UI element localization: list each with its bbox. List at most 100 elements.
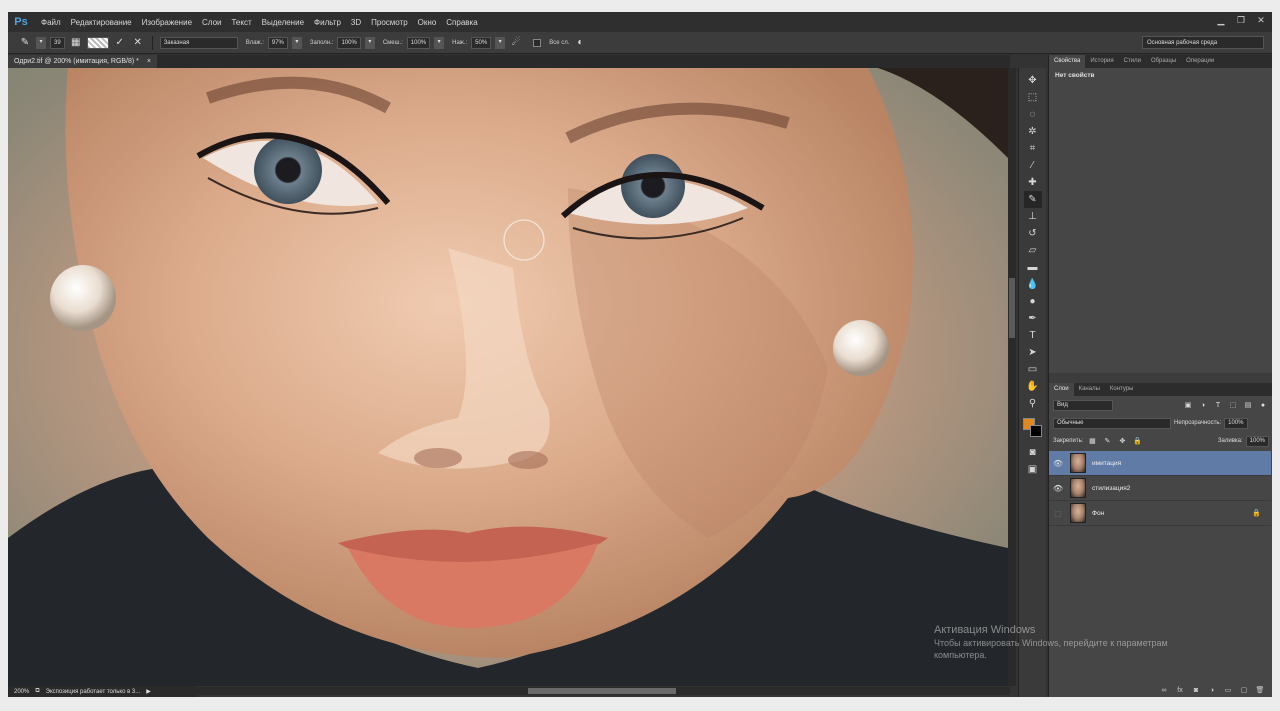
zoom-level[interactable]: 200% xyxy=(14,689,29,695)
flow-dropdown[interactable]: ▾ xyxy=(495,36,506,49)
load-dropdown[interactable]: ▾ xyxy=(364,36,375,49)
tab-layers[interactable]: Слои xyxy=(1049,383,1074,396)
menu-view[interactable]: Просмотр xyxy=(366,18,413,27)
menu-window[interactable]: Окно xyxy=(413,18,442,27)
filter-pixel-icon[interactable]: ▣ xyxy=(1182,400,1194,411)
load-brush-icon[interactable]: ✓ xyxy=(113,36,127,50)
filter-toggle-icon[interactable]: ● xyxy=(1257,400,1269,411)
filter-type-icon[interactable]: T xyxy=(1212,400,1224,411)
mixer-brush-tool-icon[interactable]: ✎ xyxy=(1023,191,1042,208)
pen-tool-icon[interactable]: ✒ xyxy=(1024,310,1042,327)
mixer-brush-tool-icon[interactable]: ✎ xyxy=(18,36,32,50)
status-icon[interactable]: ⧉ xyxy=(35,688,39,695)
fill-input[interactable]: 100% xyxy=(1245,435,1269,447)
type-tool-icon[interactable]: T xyxy=(1024,327,1042,344)
filter-shape-icon[interactable]: ⬚ xyxy=(1227,400,1239,411)
hand-tool-icon[interactable]: ✋ xyxy=(1024,378,1042,395)
link-layers-icon[interactable]: ∞ xyxy=(1159,686,1169,696)
new-layer-icon[interactable]: ▢ xyxy=(1239,686,1249,696)
path-selection-tool-icon[interactable]: ➤ xyxy=(1024,344,1042,361)
current-brush-load-swatch[interactable] xyxy=(86,36,109,49)
tab-styles[interactable]: Стили xyxy=(1119,55,1146,68)
tab-channels[interactable]: Каналы xyxy=(1074,383,1105,396)
pressure-icon[interactable]: ◐ xyxy=(573,36,587,50)
menu-image[interactable]: Изображение xyxy=(137,18,197,27)
blur-tool-icon[interactable]: 💧 xyxy=(1024,276,1042,293)
menu-file[interactable]: Файл xyxy=(36,18,66,27)
crop-tool-icon[interactable]: ⌗ xyxy=(1024,140,1042,157)
gradient-tool-icon[interactable]: ▬ xyxy=(1024,259,1042,276)
lock-position-icon[interactable]: ✥ xyxy=(1116,436,1128,447)
close-tab-icon[interactable]: × xyxy=(147,55,151,68)
clean-brush-icon[interactable]: ✕ xyxy=(131,36,145,50)
brush-panel-icon[interactable]: ▦ xyxy=(69,36,83,50)
tab-paths[interactable]: Контуры xyxy=(1105,383,1139,396)
airbrush-icon[interactable]: ☄ xyxy=(509,36,523,50)
screen-mode-icon[interactable]: ▣ xyxy=(1024,461,1042,478)
healing-brush-tool-icon[interactable]: ✚ xyxy=(1024,174,1042,191)
visibility-eye-icon[interactable]: 👁 xyxy=(1049,484,1067,493)
opacity-input[interactable]: 100% xyxy=(1224,417,1248,429)
marquee-tool-icon[interactable]: ⬚ xyxy=(1024,89,1042,106)
visibility-eye-icon[interactable]: ▢ xyxy=(1049,509,1067,518)
lock-pixels-icon[interactable]: ✎ xyxy=(1101,436,1113,447)
canvas-vertical-scrollbar[interactable] xyxy=(1008,68,1016,686)
lasso-tool-icon[interactable]: ◌ xyxy=(1024,106,1042,123)
blend-mode-select[interactable]: Обычные xyxy=(1053,417,1171,429)
tab-actions[interactable]: Операции xyxy=(1181,55,1219,68)
delete-layer-icon[interactable]: 🗑 xyxy=(1255,686,1265,696)
vertical-scroll-thumb[interactable] xyxy=(1009,278,1015,338)
lock-all-icon[interactable]: 🔒 xyxy=(1131,436,1143,447)
menu-3d[interactable]: 3D xyxy=(346,18,366,27)
move-tool-icon[interactable]: ✥ xyxy=(1024,72,1042,89)
horizontal-scroll-thumb[interactable] xyxy=(528,688,676,694)
wet-dropdown[interactable]: ▾ xyxy=(291,36,302,49)
canvas-horizontal-scrollbar[interactable] xyxy=(198,687,1010,695)
workspace-select[interactable]: Основная рабочая среда xyxy=(1142,36,1264,49)
new-group-icon[interactable]: ▭ xyxy=(1223,686,1233,696)
color-swatches[interactable] xyxy=(1022,418,1043,438)
clone-stamp-tool-icon[interactable]: ⊥ xyxy=(1024,208,1042,225)
eraser-tool-icon[interactable]: ▱ xyxy=(1024,242,1042,259)
document-canvas[interactable] xyxy=(8,68,1008,686)
menu-edit[interactable]: Редактирование xyxy=(66,18,137,27)
wet-input[interactable]: 97% xyxy=(267,36,288,49)
filter-smart-object-icon[interactable]: ▤ xyxy=(1242,400,1254,411)
layer-row-imitation[interactable]: 👁 имитация xyxy=(1049,451,1271,476)
tool-preset-dropdown[interactable]: ▾ xyxy=(36,36,46,49)
eyedropper-tool-icon[interactable]: ⁄ xyxy=(1024,157,1042,174)
blend-preset-select[interactable]: Заказная xyxy=(159,36,238,49)
filter-adjustment-icon[interactable]: ◑ xyxy=(1197,400,1209,411)
menu-filter[interactable]: Фильтр xyxy=(309,18,346,27)
visibility-eye-icon[interactable]: 👁 xyxy=(1049,459,1067,468)
brush-size-picker[interactable]: 39 xyxy=(50,36,65,49)
quick-select-tool-icon[interactable]: ✲ xyxy=(1024,123,1042,140)
menu-help[interactable]: Справка xyxy=(441,18,482,27)
quick-mask-icon[interactable]: ◙ xyxy=(1024,444,1042,461)
layer-row-background[interactable]: ▢ Фон 🔒 xyxy=(1049,501,1271,526)
close-icon[interactable]: ✕ xyxy=(1256,15,1266,25)
adjustment-layer-icon[interactable]: ◑ xyxy=(1207,686,1217,696)
document-tab[interactable]: Одри2.tif @ 200% (имитация, RGB/8) * × xyxy=(8,55,157,68)
dodge-tool-icon[interactable]: ● xyxy=(1024,293,1042,310)
flow-input[interactable]: 50% xyxy=(471,36,492,49)
layer-row-stylization2[interactable]: 👁 стилизация2 xyxy=(1049,476,1271,501)
background-color-swatch[interactable] xyxy=(1029,425,1042,437)
status-menu-arrow-icon[interactable]: ▶ xyxy=(146,688,151,695)
mix-input[interactable]: 100% xyxy=(406,36,431,49)
mix-dropdown[interactable]: ▾ xyxy=(434,36,445,49)
add-mask-icon[interactable]: ◙ xyxy=(1191,686,1201,696)
layer-style-icon[interactable]: fx xyxy=(1175,686,1185,696)
sample-all-layers-checkbox[interactable] xyxy=(533,38,542,47)
tab-history[interactable]: История xyxy=(1085,55,1118,68)
minimize-icon[interactable]: ▁ xyxy=(1216,15,1226,25)
menu-layers[interactable]: Слои xyxy=(197,18,226,27)
zoom-tool-icon[interactable]: ⚲ xyxy=(1024,395,1042,412)
layer-filter-select[interactable]: Вид xyxy=(1053,399,1113,411)
shape-tool-icon[interactable]: ▭ xyxy=(1024,361,1042,378)
load-input[interactable]: 100% xyxy=(337,36,361,49)
tab-swatches[interactable]: Образцы xyxy=(1146,55,1181,68)
tab-properties[interactable]: Свойства xyxy=(1049,55,1086,68)
lock-transparent-icon[interactable]: ▦ xyxy=(1086,436,1098,447)
menu-select[interactable]: Выделение xyxy=(257,18,309,27)
